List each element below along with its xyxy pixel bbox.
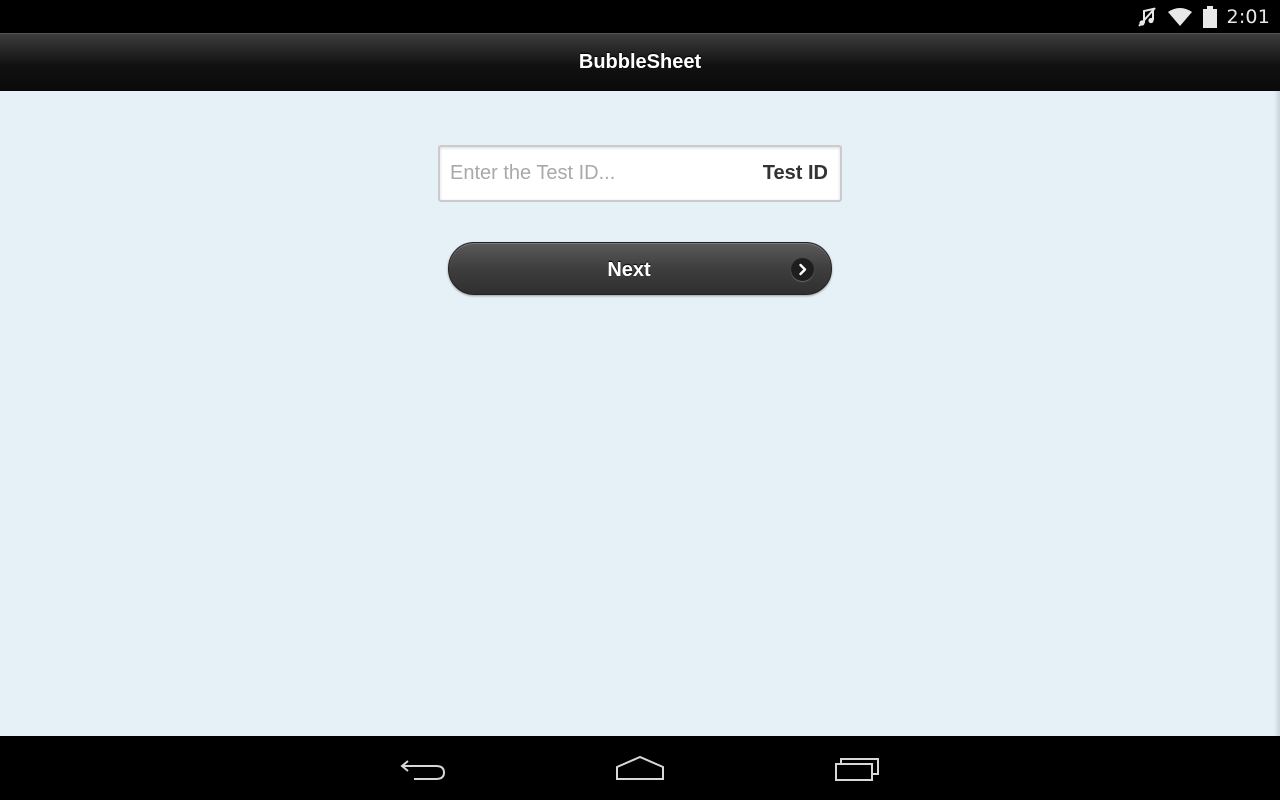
app-header: BubbleSheet [0, 33, 1280, 91]
next-button-label: Next [607, 259, 651, 281]
recent-apps-icon [830, 758, 884, 788]
wifi-icon [1167, 7, 1193, 27]
next-button[interactable]: Next [448, 242, 832, 295]
back-button[interactable] [398, 752, 450, 784]
test-id-field[interactable]: Test ID [438, 145, 842, 202]
navigation-bar [0, 736, 1280, 800]
status-icons: 2:01 [1137, 0, 1270, 33]
home-icon [612, 755, 668, 788]
test-id-input[interactable] [450, 147, 740, 200]
mute-icon [1137, 6, 1157, 28]
scroll-edge [1274, 91, 1280, 736]
test-id-label: Test ID [762, 162, 828, 184]
chevron-right-circle-icon [791, 258, 814, 281]
recent-apps-button[interactable] [830, 752, 884, 784]
clock: 2:01 [1226, 5, 1270, 28]
home-button[interactable] [612, 752, 668, 784]
back-icon [398, 760, 450, 788]
status-bar: 2:01 [0, 0, 1280, 33]
page-title: BubbleSheet [578, 51, 702, 73]
battery-icon [1202, 5, 1217, 28]
